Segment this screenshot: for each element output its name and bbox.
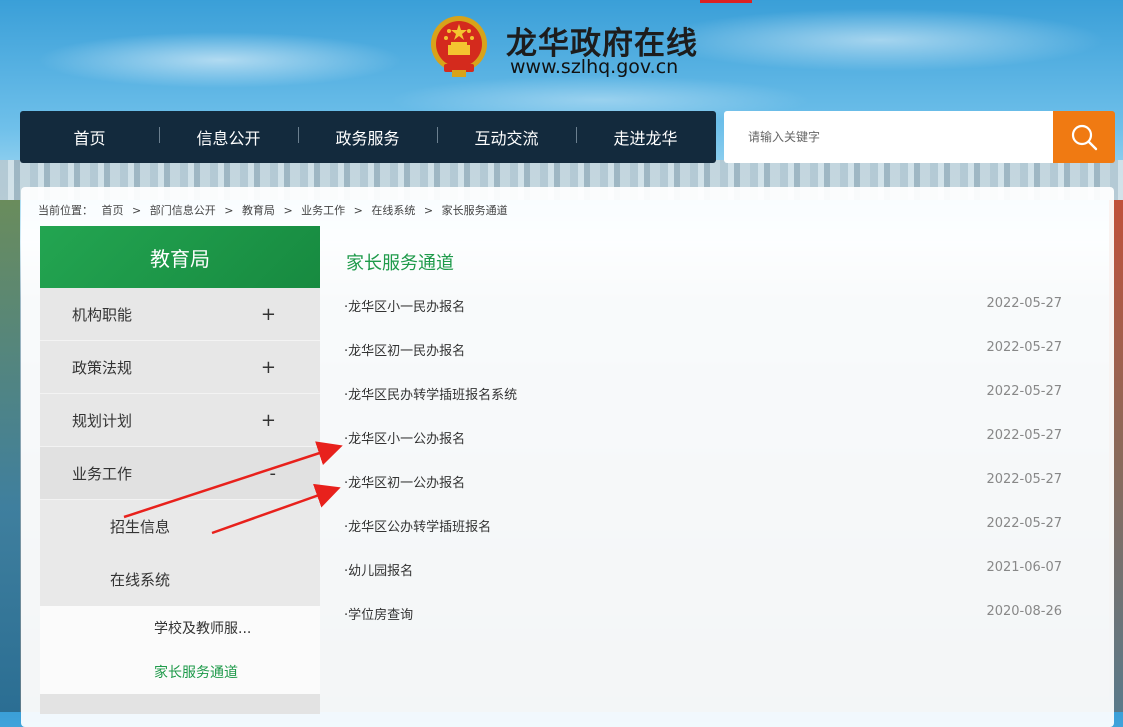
- sidebar-item-label: 政策法规: [72, 358, 133, 377]
- list-item-date: 2022-05-27: [986, 472, 1062, 487]
- list-item-title[interactable]: ·龙华区小一民办报名: [344, 296, 465, 315]
- breadcrumb-separator: >: [224, 204, 234, 217]
- list-item-title[interactable]: ·龙华区民办转学插班报名系统: [344, 384, 517, 403]
- list-item-title[interactable]: ·幼儿园报名: [344, 560, 413, 579]
- breadcrumb: 当前位置： 首页 > 部门信息公开 > 教育局 > 业务工作 > 在线系统 > …: [38, 202, 513, 218]
- list-item[interactable]: ·龙华区小一公办报名 2022-05-27: [344, 428, 1062, 472]
- list-item[interactable]: ·龙华区民办转学插班报名系统 2022-05-27: [344, 384, 1062, 428]
- expand-icon[interactable]: +: [261, 304, 276, 325]
- list-item-date: 2020-08-26: [986, 604, 1062, 619]
- breadcrumb-separator: >: [132, 204, 142, 217]
- breadcrumb-home[interactable]: 首页: [102, 204, 124, 217]
- list-item-title[interactable]: ·龙华区小一公办报名: [344, 428, 465, 447]
- list-item[interactable]: ·学位房查询 2020-08-26: [344, 604, 1062, 648]
- sidebar-item-functions[interactable]: 机构职能 +: [40, 288, 320, 341]
- breadcrumb-business-work[interactable]: 业务工作: [301, 204, 345, 217]
- breadcrumb-education-bureau[interactable]: 教育局: [242, 204, 275, 217]
- top-banner-strip: [700, 0, 752, 3]
- sidebar-item-plans[interactable]: 规划计划 +: [40, 394, 320, 447]
- list-item-date: 2022-05-27: [986, 296, 1062, 311]
- breadcrumb-separator: >: [353, 204, 363, 217]
- sidebar-item-policies[interactable]: 政策法规 +: [40, 341, 320, 394]
- sidebar-item-label: 机构职能: [72, 305, 133, 324]
- sidebar-sub-sub-item-school-teacher[interactable]: 学校及教师服...: [40, 606, 320, 650]
- list-item-title[interactable]: ·龙华区初一公办报名: [344, 472, 465, 491]
- list-item-date: 2022-05-27: [986, 516, 1062, 531]
- list-item[interactable]: ·龙华区初一公办报名 2022-05-27: [344, 472, 1062, 516]
- sidebar-sub-item-enrollment-info[interactable]: 招生信息: [40, 500, 320, 553]
- list-item-date: 2022-05-27: [986, 384, 1062, 399]
- sidebar-item-label: 规划计划: [72, 411, 133, 430]
- sidebar-sub-item-online-system[interactable]: 在线系统: [40, 553, 320, 606]
- expand-icon[interactable]: +: [261, 410, 276, 431]
- sidebar-title: 教育局: [40, 226, 320, 288]
- collapse-icon[interactable]: -: [270, 463, 277, 484]
- list-item[interactable]: ·龙华区公办转学插班报名 2022-05-27: [344, 516, 1062, 560]
- expand-icon[interactable]: +: [261, 357, 276, 378]
- content-area: 家长服务通道 ·龙华区小一民办报名 2022-05-27 ·龙华区初一民办报名 20…: [320, 226, 1095, 712]
- list-item-date: 2022-05-27: [986, 340, 1062, 355]
- nav-item-info-disclosure[interactable]: 信息公开: [159, 125, 298, 149]
- sidebar-footer: [40, 694, 320, 714]
- search-input[interactable]: [724, 111, 1053, 163]
- list-item[interactable]: ·幼儿园报名 2021-06-07: [344, 560, 1062, 604]
- breadcrumb-prefix: 当前位置：: [38, 204, 93, 217]
- breadcrumb-online-system[interactable]: 在线系统: [371, 204, 415, 217]
- breadcrumb-dept-info[interactable]: 部门信息公开: [150, 204, 216, 217]
- list-item-title[interactable]: ·龙华区公办转学插班报名: [344, 516, 491, 535]
- sidebar-item-label: 业务工作: [72, 464, 133, 483]
- list-item-date: 2021-06-07: [986, 560, 1062, 575]
- list-item-title[interactable]: ·龙华区初一民办报名: [344, 340, 465, 359]
- sidebar-sub-sub-item-parent-service[interactable]: 家长服务通道: [40, 650, 320, 694]
- nav-item-interaction[interactable]: 互动交流: [437, 125, 576, 149]
- site-url: www.szlhq.gov.cn: [510, 56, 679, 78]
- sidebar: 教育局 机构职能 + 政策法规 + 规划计划 + 业务工作 - 招生信息 在线系…: [40, 226, 320, 714]
- nav-item-home[interactable]: 首页: [20, 125, 159, 149]
- nav-item-about-longhua[interactable]: 走进龙华: [576, 125, 715, 149]
- search-button[interactable]: [1053, 111, 1115, 163]
- left-scenery: [0, 200, 20, 712]
- sidebar-item-business-work[interactable]: 业务工作 -: [40, 447, 320, 500]
- breadcrumb-separator: >: [283, 204, 293, 217]
- content-title: 家长服务通道: [346, 253, 454, 274]
- search-icon: [1071, 124, 1098, 151]
- list-item[interactable]: ·龙华区初一民办报名 2022-05-27: [344, 340, 1062, 384]
- breadcrumb-separator: >: [423, 204, 434, 217]
- content-list: ·龙华区小一民办报名 2022-05-27 ·龙华区初一民办报名 2022-05-2…: [344, 296, 1062, 648]
- list-item[interactable]: ·龙华区小一民办报名 2022-05-27: [344, 296, 1062, 340]
- national-emblem-icon[interactable]: [428, 14, 490, 78]
- nav-item-gov-services[interactable]: 政务服务: [298, 125, 437, 149]
- list-item-title[interactable]: ·学位房查询: [344, 604, 413, 623]
- list-item-date: 2022-05-27: [986, 428, 1062, 443]
- breadcrumb-parent-service[interactable]: 家长服务通道: [442, 204, 508, 217]
- main-nav: 首页 信息公开 政务服务 互动交流 走进龙华: [20, 111, 716, 163]
